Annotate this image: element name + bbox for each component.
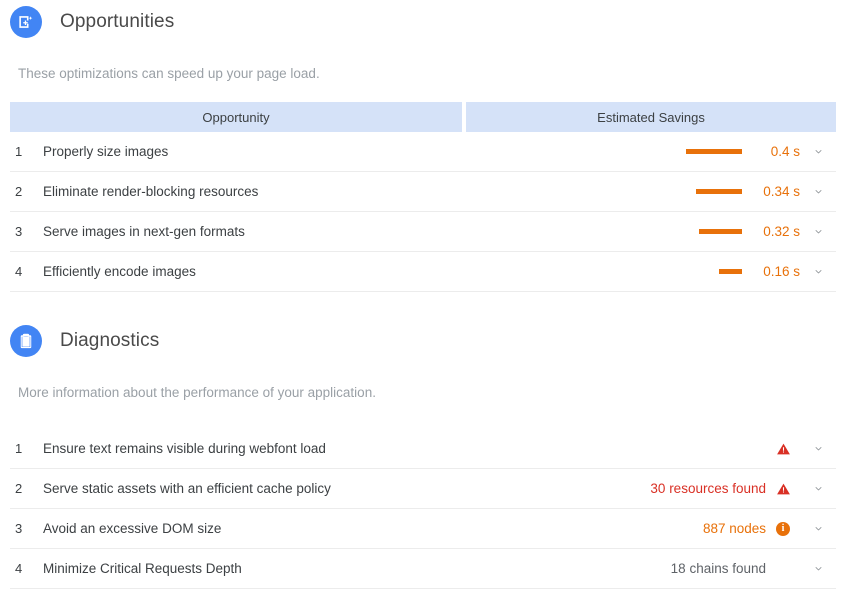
expand-row-button[interactable]	[800, 145, 836, 158]
opportunities-section-header: Opportunities	[0, 0, 846, 38]
info-glyph: i	[776, 521, 790, 536]
opportunities-row-list: 1 Properly size images 0.4 s 2 Eliminate ren…	[10, 132, 836, 292]
expand-row-button[interactable]	[800, 482, 836, 495]
row-index: 4	[15, 561, 23, 576]
table-row[interactable]: 2 Eliminate render-blocking resources 0.34…	[10, 172, 836, 212]
table-row[interactable]: 2 Serve static assets with an efficient c…	[10, 469, 836, 509]
audit-report: Opportunities These optimizations can sp…	[0, 0, 846, 607]
opportunity-image-icon	[10, 6, 42, 38]
savings-bar	[699, 229, 742, 234]
opportunity-label: Serve images in next-gen formats	[43, 224, 245, 239]
expand-row-button[interactable]	[800, 185, 836, 198]
expand-row-button[interactable]	[800, 522, 836, 535]
row-right: 0.4 s	[656, 144, 836, 159]
savings-bar	[686, 149, 742, 154]
table-row[interactable]: 1 Ensure text remains visible during webf…	[10, 429, 836, 469]
row-index: 2	[15, 184, 23, 199]
table-row[interactable]: 4 Efficiently encode images 0.16 s	[10, 252, 836, 292]
savings-bar-cell	[656, 149, 742, 154]
table-row[interactable]: 4 Minimize Critical Requests Depth 18 chai…	[10, 549, 836, 589]
row-right: 18 chains found	[671, 561, 836, 576]
diagnostics-row-list: 1 Ensure text remains visible during webf…	[10, 429, 836, 589]
opportunities-table: Opportunity Estimated Savings 1 Properly …	[10, 102, 836, 292]
diagnostic-label: Serve static assets with an efficient ca…	[43, 481, 331, 496]
diagnostic-value: 30 resources found	[650, 481, 766, 496]
savings-value: 0.4 s	[770, 144, 800, 159]
table-row[interactable]: 1 Properly size images 0.4 s	[10, 132, 836, 172]
column-header-opportunity: Opportunity	[10, 102, 462, 132]
row-index: 4	[15, 264, 23, 279]
savings-bar	[719, 269, 742, 274]
opportunities-title: Opportunities	[60, 11, 175, 32]
expand-row-button[interactable]	[800, 225, 836, 238]
savings-value: 0.32 s	[763, 224, 800, 239]
expand-row-button[interactable]	[800, 562, 836, 575]
savings-bar-cell	[656, 229, 742, 234]
table-row[interactable]: 3 Avoid an excessive DOM size 887 nodes i	[10, 509, 836, 549]
diagnostic-label: Avoid an excessive DOM size	[43, 521, 222, 536]
row-right: 30 resources found	[650, 481, 836, 496]
expand-row-button[interactable]	[800, 265, 836, 278]
expand-row-button[interactable]	[800, 442, 836, 455]
opportunities-table-header-row: Opportunity Estimated Savings	[10, 102, 836, 132]
diagnostic-label: Ensure text remains visible during webfo…	[43, 441, 326, 456]
diagnostics-description: More information about the performance o…	[18, 385, 376, 400]
savings-bar-cell	[656, 269, 742, 274]
clipboard-icon	[10, 325, 42, 357]
savings-value: 0.16 s	[763, 264, 800, 279]
savings-bar-cell	[656, 189, 742, 194]
opportunity-label: Properly size images	[43, 144, 169, 159]
column-header-estimated-savings: Estimated Savings	[466, 102, 836, 132]
opportunities-description: These optimizations can speed up your pa…	[18, 66, 320, 81]
diagnostic-value: 887 nodes	[702, 521, 766, 536]
warning-triangle-icon	[766, 482, 800, 496]
opportunity-label: Efficiently encode images	[43, 264, 196, 279]
diagnostics-title: Diagnostics	[60, 330, 160, 351]
diagnostic-label: Minimize Critical Requests Depth	[43, 561, 242, 576]
row-right: 0.34 s	[656, 184, 836, 199]
row-index: 2	[15, 481, 23, 496]
row-right	[766, 442, 836, 456]
diagnostics-table: 1 Ensure text remains visible during webf…	[10, 429, 836, 589]
row-index: 1	[15, 441, 23, 456]
opportunity-label: Eliminate render-blocking resources	[43, 184, 259, 199]
savings-bar	[696, 189, 742, 194]
diagnostics-section-header: Diagnostics	[0, 325, 846, 357]
row-right: 0.32 s	[656, 224, 836, 239]
row-index: 3	[15, 224, 23, 239]
row-right: 887 nodes i	[703, 521, 836, 536]
table-row[interactable]: 3 Serve images in next-gen formats 0.32 s	[10, 212, 836, 252]
savings-value: 0.34 s	[763, 184, 800, 199]
diagnostic-value: 18 chains found	[670, 561, 766, 576]
warning-triangle-icon	[766, 442, 800, 456]
row-right: 0.16 s	[656, 264, 836, 279]
row-index: 1	[15, 144, 23, 159]
row-index: 3	[15, 521, 23, 536]
info-circle-icon: i	[766, 521, 800, 536]
